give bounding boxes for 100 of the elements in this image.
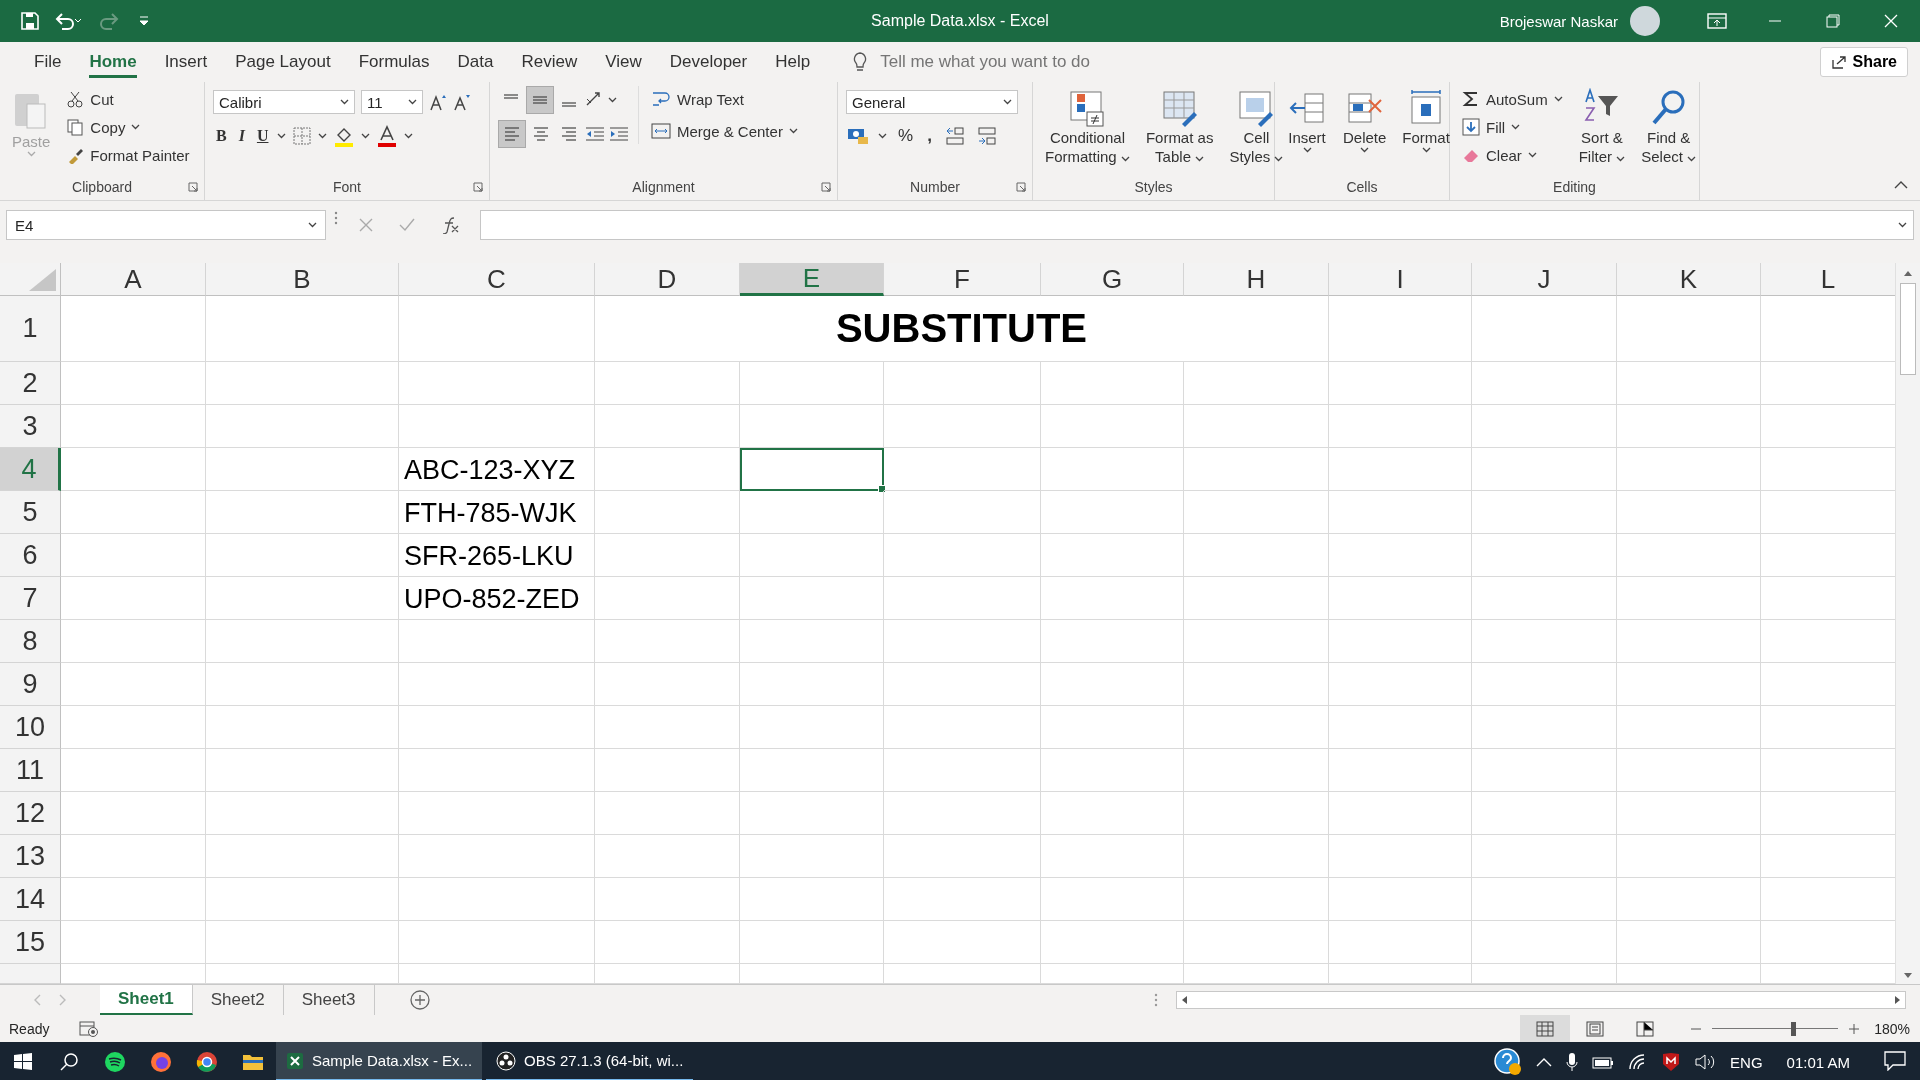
column-header[interactable]: C bbox=[399, 263, 595, 296]
row-header[interactable]: 13 bbox=[0, 835, 61, 878]
row-header[interactable]: 4 bbox=[0, 448, 61, 491]
ribbon-display-icon[interactable] bbox=[1707, 13, 1727, 29]
row-header[interactable]: 1 bbox=[0, 296, 61, 362]
column-header[interactable]: I bbox=[1329, 263, 1472, 296]
taskbar-window-button[interactable]: Sample Data.xlsx - Ex... bbox=[276, 1042, 483, 1080]
row-header[interactable]: 9 bbox=[0, 663, 61, 706]
underline-button[interactable]: U bbox=[253, 122, 272, 150]
name-box[interactable]: E4 bbox=[6, 210, 326, 240]
save-icon[interactable] bbox=[20, 11, 40, 31]
increase-font-icon[interactable] bbox=[429, 93, 447, 111]
zoom-level[interactable]: 180% bbox=[1874, 1020, 1910, 1037]
sheet-tab[interactable]: Sheet1 bbox=[100, 985, 193, 1015]
comma-style-button[interactable]: , bbox=[924, 122, 935, 150]
increase-indent-icon[interactable] bbox=[608, 125, 630, 143]
normal-view-button[interactable] bbox=[1520, 1015, 1571, 1042]
bold-button[interactable]: B bbox=[213, 122, 230, 150]
taskbar-window-button[interactable]: OBS 27.1.3 (64-bit, wi... bbox=[486, 1042, 694, 1080]
row-header[interactable]: 11 bbox=[0, 749, 61, 792]
align-left-button[interactable] bbox=[498, 120, 526, 148]
browser-icon[interactable] bbox=[196, 1051, 218, 1073]
scroll-down-icon[interactable] bbox=[1903, 972, 1913, 980]
column-header[interactable]: B bbox=[206, 263, 399, 296]
clock[interactable]: 01:01 AM bbox=[1786, 1053, 1850, 1071]
zoom-in-icon[interactable] bbox=[1848, 1022, 1861, 1035]
language-indicator[interactable]: ENG bbox=[1730, 1053, 1763, 1071]
notifications-icon[interactable] bbox=[1884, 1050, 1906, 1071]
font-size-field[interactable]: 11 bbox=[361, 90, 423, 114]
row-header[interactable]: 8 bbox=[0, 620, 61, 663]
decrease-font-icon[interactable] bbox=[453, 93, 471, 111]
speaker-icon[interactable] bbox=[1694, 1053, 1717, 1071]
align-middle-button[interactable] bbox=[526, 86, 554, 114]
share-button[interactable]: Share bbox=[1819, 47, 1908, 77]
column-header[interactable]: D bbox=[595, 263, 740, 296]
horizontal-scrollbar[interactable] bbox=[1176, 991, 1906, 1009]
restore-icon[interactable] bbox=[1826, 14, 1840, 28]
percent-style-button[interactable]: % bbox=[895, 122, 917, 150]
copy-button[interactable]: Copy bbox=[62, 114, 194, 140]
format-painter-button[interactable]: Format Painter bbox=[62, 142, 194, 168]
ribbon-tab[interactable]: View bbox=[591, 42, 656, 82]
ribbon-tab[interactable]: Help bbox=[761, 42, 825, 82]
format-button[interactable]: Format bbox=[1398, 86, 1454, 155]
formula-field[interactable] bbox=[480, 210, 1914, 240]
folder-icon[interactable] bbox=[242, 1052, 264, 1072]
close-icon[interactable] bbox=[1884, 14, 1898, 28]
find-select-button[interactable]: Find & Select bbox=[1637, 86, 1701, 168]
row-header[interactable]: 10 bbox=[0, 706, 61, 749]
clear-button[interactable]: Clear bbox=[1458, 142, 1567, 168]
row-header[interactable]: 2 bbox=[0, 362, 61, 405]
ribbon-tab[interactable]: Page Layout bbox=[221, 42, 345, 82]
search-icon[interactable] bbox=[59, 1052, 79, 1072]
insert-function-icon[interactable] bbox=[440, 216, 460, 234]
add-sheet-icon[interactable] bbox=[408, 989, 431, 1011]
help-icon[interactable] bbox=[1494, 1048, 1523, 1076]
chevron-up-icon[interactable] bbox=[1536, 1057, 1553, 1067]
ribbon-tab[interactable]: Review bbox=[507, 42, 592, 82]
cut-button[interactable]: Cut bbox=[62, 86, 194, 112]
column-header[interactable]: A bbox=[61, 263, 206, 296]
active-cell[interactable] bbox=[740, 448, 884, 491]
scroll-thumb[interactable] bbox=[1900, 283, 1916, 375]
ribbon-tab[interactable]: Data bbox=[443, 42, 508, 82]
column-header[interactable]: F bbox=[884, 263, 1041, 296]
vertical-scrollbar[interactable] bbox=[1895, 263, 1920, 984]
ribbon-tab[interactable]: Insert bbox=[150, 42, 222, 82]
collapse-ribbon-icon[interactable] bbox=[1894, 180, 1908, 190]
row-header[interactable]: 7 bbox=[0, 577, 61, 620]
column-header[interactable]: L bbox=[1761, 263, 1895, 296]
sort-filter-button[interactable]: Sort & Filter bbox=[1574, 86, 1630, 168]
font-name-field[interactable]: Calibri bbox=[213, 90, 355, 114]
decrease-indent-icon[interactable] bbox=[584, 125, 606, 143]
ribbon-tab[interactable]: File bbox=[20, 42, 76, 82]
dialog-launcher-icon[interactable] bbox=[1016, 182, 1026, 192]
italic-button[interactable]: I bbox=[235, 122, 248, 150]
scroll-up-icon[interactable] bbox=[1903, 269, 1913, 277]
battery-icon[interactable] bbox=[1592, 1055, 1615, 1069]
column-header[interactable]: H bbox=[1184, 263, 1329, 296]
fill-button[interactable]: Fill bbox=[1458, 114, 1567, 140]
row-header[interactable]: 6 bbox=[0, 534, 61, 577]
font-color-icon[interactable] bbox=[376, 125, 399, 147]
ribbon-tab[interactable]: Developer bbox=[655, 42, 762, 82]
ribbon-tab[interactable]: Formulas bbox=[344, 42, 444, 82]
autosum-button[interactable]: AutoSum bbox=[1458, 86, 1567, 112]
dialog-launcher-icon[interactable] bbox=[188, 182, 198, 192]
avatar[interactable] bbox=[1630, 6, 1660, 36]
dialog-launcher-icon[interactable] bbox=[473, 182, 483, 192]
windows-start-icon[interactable] bbox=[13, 1052, 33, 1072]
sheet-tab[interactable]: Sheet3 bbox=[283, 985, 375, 1015]
number-format-field[interactable]: General bbox=[846, 90, 1018, 114]
row-header[interactable]: 14 bbox=[0, 878, 61, 921]
column-header[interactable]: G bbox=[1041, 263, 1184, 296]
column-header[interactable]: K bbox=[1617, 263, 1761, 296]
wrap-text-button[interactable]: Wrap Text bbox=[647, 86, 802, 112]
customize-toolbar-icon[interactable] bbox=[138, 14, 150, 28]
zoom-thumb[interactable] bbox=[1790, 1021, 1796, 1036]
tell-me-field[interactable]: Tell me what you want to do bbox=[878, 51, 1203, 73]
column-header[interactable]: J bbox=[1472, 263, 1617, 296]
delete-button[interactable]: Delete bbox=[1339, 86, 1391, 155]
microphone-icon[interactable] bbox=[1566, 1052, 1579, 1072]
macro-record-icon[interactable] bbox=[79, 1019, 100, 1038]
